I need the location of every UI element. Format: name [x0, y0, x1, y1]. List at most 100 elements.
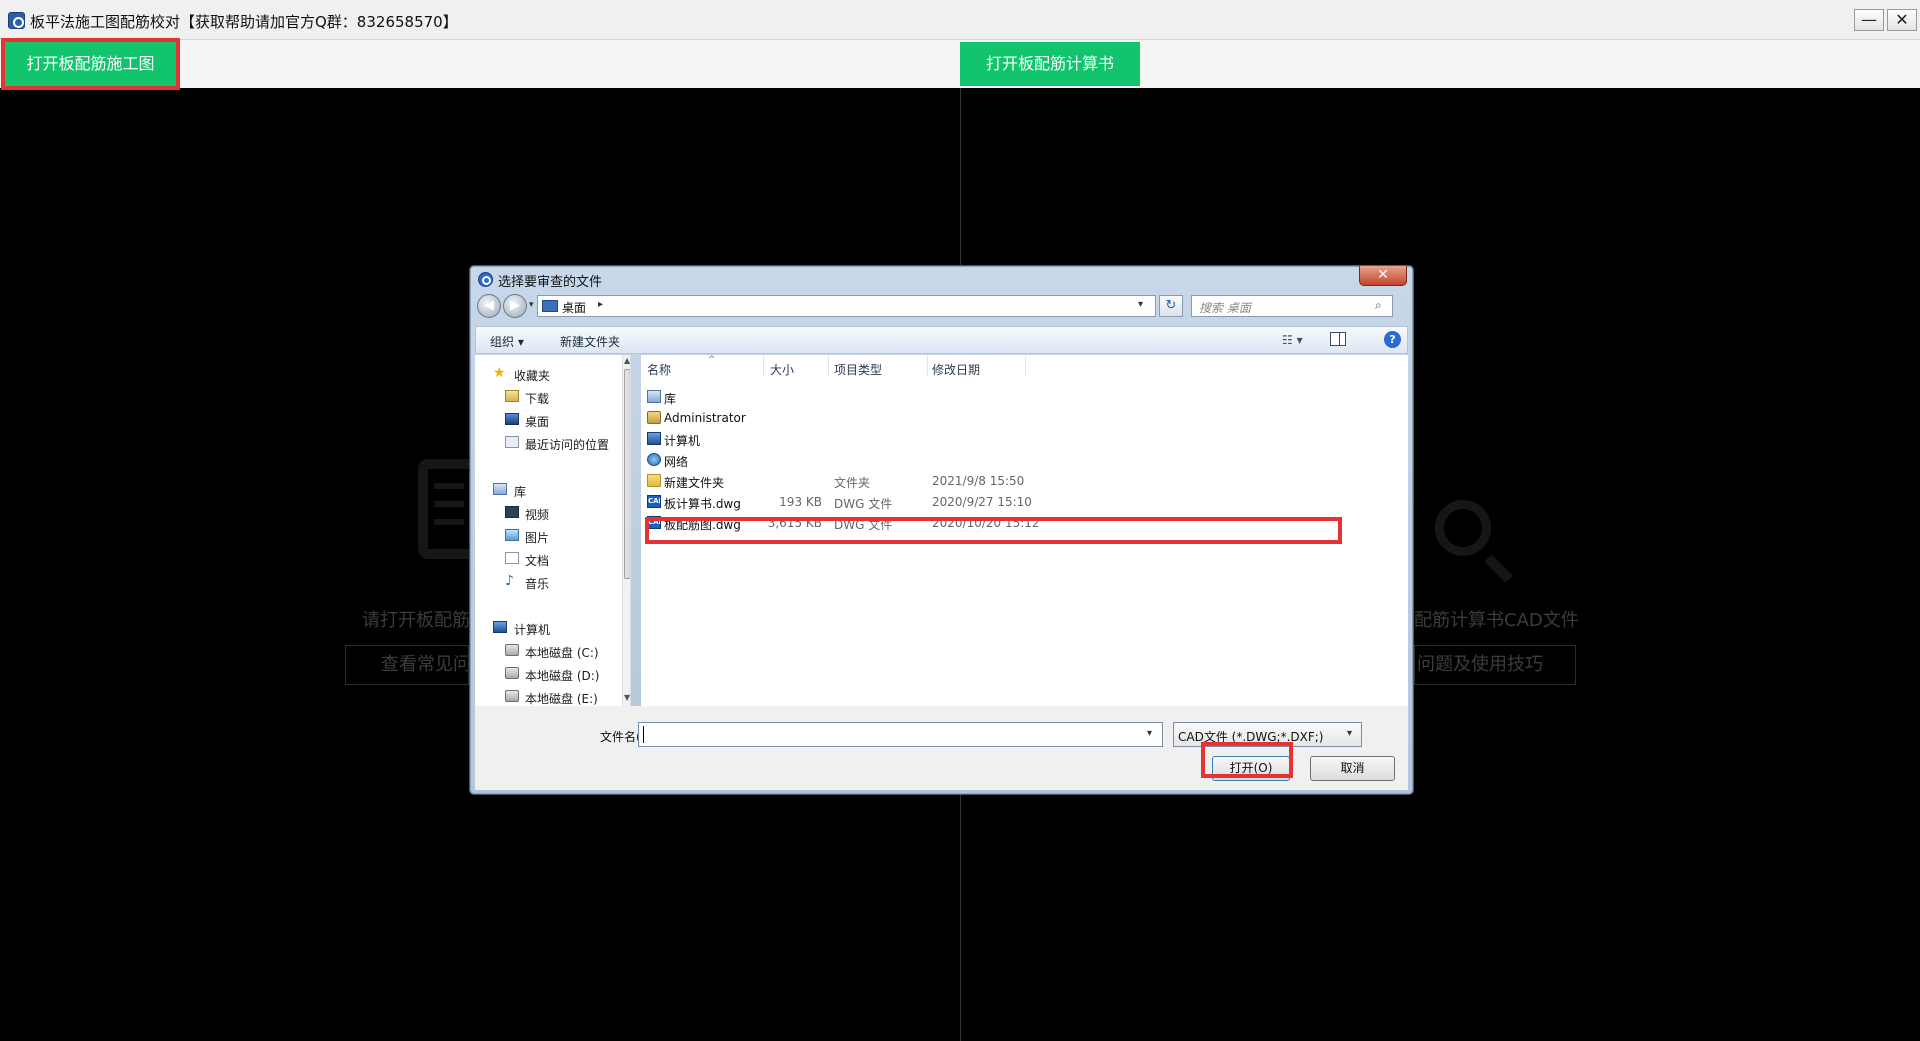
- column-header-modified[interactable]: 修改日期: [932, 361, 980, 378]
- file-name: 网络: [664, 455, 689, 469]
- file-size: 193 KB: [779, 495, 822, 509]
- file-row[interactable]: 网络: [641, 450, 1408, 470]
- close-button[interactable]: ✕: [1887, 9, 1917, 31]
- left-panel-prompt: 请打开板配筋: [362, 610, 470, 631]
- open-drawing-button[interactable]: 打开板配筋施工图: [5, 42, 176, 86]
- nav-item-downloads[interactable]: 下载: [525, 390, 549, 407]
- desktop-folder-icon: [542, 300, 558, 312]
- user-folder-icon: [647, 411, 661, 424]
- scroll-down-icon[interactable]: ▼: [624, 693, 630, 702]
- nav-item-disk-c[interactable]: 本地磁盘 (C:): [525, 644, 599, 661]
- nav-pane-scrollbar[interactable]: ▲ ▼: [622, 355, 630, 706]
- app-icon: [8, 12, 25, 29]
- nav-item-disk-d[interactable]: 本地磁盘 (D:): [525, 667, 599, 684]
- address-dropdown-icon[interactable]: ▾: [1138, 299, 1143, 310]
- new-folder-button[interactable]: 新建文件夹: [560, 333, 620, 350]
- nav-item-disk-e[interactable]: 本地磁盘 (E:): [525, 690, 598, 706]
- cancel-button[interactable]: 取消: [1310, 756, 1395, 781]
- desktop-icon: [505, 413, 519, 425]
- breadcrumb-arrow-icon[interactable]: ▸: [598, 299, 603, 310]
- search-document-placeholder-icon: [1435, 500, 1491, 556]
- highlight-frame-open-button: [1201, 742, 1293, 778]
- file-name: 板计算书.dwg: [664, 497, 741, 511]
- video-icon: [505, 506, 519, 518]
- file-name: 计算机: [664, 434, 701, 448]
- text-caret: [643, 726, 644, 743]
- minimize-button[interactable]: —: [1854, 9, 1884, 31]
- downloads-icon: [505, 390, 519, 402]
- nav-item-recent[interactable]: 最近访问的位置: [525, 436, 609, 453]
- app-window: 板平法施工图配筋校对【获取帮助请加官方Q群：832658570】 — ✕ 打开板…: [0, 0, 1920, 1041]
- library-icon: [493, 483, 507, 495]
- address-bar[interactable]: 桌面 ▸ ▾: [537, 295, 1156, 317]
- dialog-app-icon: [478, 272, 493, 287]
- nav-item-favorites[interactable]: 收藏夹: [514, 367, 550, 384]
- file-name: 新建文件夹: [664, 476, 725, 490]
- nav-item-computer[interactable]: 计算机: [514, 621, 550, 638]
- open-calc-book-button[interactable]: 打开板配筋计算书: [960, 42, 1140, 86]
- window-title: 板平法施工图配筋校对【获取帮助请加官方Q群：832658570】: [30, 13, 458, 31]
- sort-ascending-icon: ^: [708, 355, 716, 365]
- navigation-bar: ◀ ▶ ▾ 桌面 ▸ ▾ ↻ 搜索 桌面 ⌕: [475, 294, 1408, 320]
- cad-file-icon: CAD: [647, 495, 661, 508]
- left-help-button[interactable]: 查看常见问: [345, 645, 469, 685]
- recent-locations-dropdown-icon[interactable]: ▾: [529, 300, 534, 310]
- view-options-icon[interactable]: ☷ ▾: [1282, 333, 1303, 347]
- search-input[interactable]: 搜索 桌面 ⌕: [1191, 295, 1393, 317]
- documents-icon: [505, 552, 519, 564]
- disk-icon: [505, 690, 519, 702]
- pictures-icon: [505, 529, 519, 541]
- star-icon: ★: [493, 365, 506, 381]
- nav-item-videos[interactable]: 视频: [525, 506, 549, 523]
- computer-icon: [647, 432, 661, 445]
- library-icon: [647, 390, 661, 403]
- recent-places-icon: [505, 436, 519, 448]
- file-row[interactable]: CAD 板计算书.dwg 193 KB DWG 文件 2020/9/27 15:…: [641, 492, 1408, 512]
- file-row[interactable]: 库: [641, 387, 1408, 407]
- column-separator[interactable]: [763, 355, 764, 377]
- file-row[interactable]: Administrator: [641, 408, 1408, 428]
- file-row[interactable]: 计算机: [641, 429, 1408, 449]
- right-help-button[interactable]: 问题及使用技巧: [1414, 645, 1576, 685]
- nav-item-libraries[interactable]: 库: [514, 483, 526, 500]
- column-header-type[interactable]: 项目类型: [834, 361, 882, 378]
- column-separator[interactable]: [828, 355, 829, 377]
- column-separator[interactable]: [1025, 355, 1026, 377]
- file-name: Administrator: [664, 411, 746, 425]
- column-header-size[interactable]: 大小: [770, 361, 794, 378]
- help-icon[interactable]: ?: [1384, 331, 1401, 348]
- search-placeholder: 搜索 桌面: [1199, 301, 1251, 315]
- scroll-up-icon[interactable]: ▲: [624, 356, 630, 365]
- folder-icon: [647, 474, 661, 487]
- navigation-pane: ★ 收藏夹 下载 桌面 最近访问的位置 库 视频 图片 文档 ♪ 音乐 计算机 …: [475, 355, 631, 706]
- file-modified: 2021/9/8 15:50: [932, 474, 1025, 488]
- refresh-icon[interactable]: ↻: [1159, 295, 1183, 317]
- organize-menu[interactable]: 组织 ▾: [490, 333, 524, 350]
- back-arrow-icon[interactable]: ◀: [477, 294, 501, 318]
- right-panel-prompt: 配筋计算书CAD文件: [1414, 610, 1579, 631]
- file-type: DWG 文件: [834, 497, 893, 511]
- music-icon: ♪: [505, 573, 514, 589]
- dialog-close-button[interactable]: ✕: [1359, 266, 1407, 286]
- nav-item-documents[interactable]: 文档: [525, 552, 549, 569]
- highlight-frame-selected-file: [645, 517, 1342, 544]
- nav-item-pictures[interactable]: 图片: [525, 529, 549, 546]
- filter-dropdown-icon[interactable]: ▾: [1347, 728, 1352, 739]
- file-type: 文件夹: [834, 476, 871, 490]
- address-breadcrumb[interactable]: 桌面: [562, 299, 586, 316]
- file-name: 库: [664, 392, 677, 406]
- scrollbar-thumb[interactable]: [624, 369, 630, 579]
- filename-dropdown-icon[interactable]: ▾: [1147, 728, 1152, 739]
- nav-item-music[interactable]: 音乐: [525, 575, 549, 592]
- file-modified: 2020/9/27 15:10: [932, 495, 1032, 509]
- main-toolbar: 打开板配筋施工图 打开板配筋计算书: [0, 40, 1920, 88]
- forward-arrow-icon[interactable]: ▶: [503, 294, 527, 318]
- file-row[interactable]: 新建文件夹 文件夹 2021/9/8 15:50: [641, 471, 1408, 491]
- filename-input[interactable]: ▾: [638, 722, 1163, 747]
- nav-item-desktop[interactable]: 桌面: [525, 413, 549, 430]
- preview-pane-icon[interactable]: [1330, 332, 1346, 346]
- column-separator[interactable]: [927, 355, 928, 377]
- column-header-name[interactable]: 名称: [647, 361, 671, 378]
- search-icon[interactable]: ⌕: [1375, 298, 1382, 313]
- command-bar: 组织 ▾ 新建文件夹 ☷ ▾ ?: [475, 326, 1408, 354]
